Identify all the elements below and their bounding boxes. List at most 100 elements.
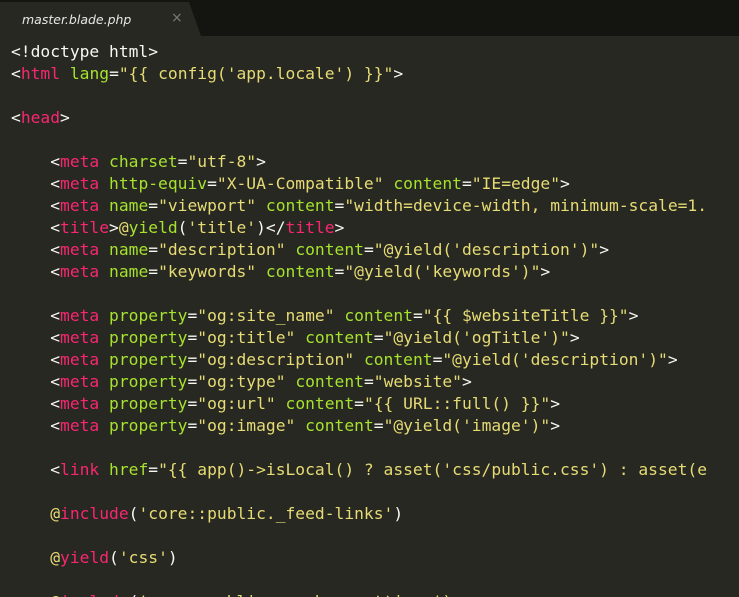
code-attr-token: content bbox=[265, 262, 335, 281]
code-line[interactable]: ​ bbox=[11, 283, 739, 305]
code-string-token: "viewport" bbox=[158, 196, 257, 215]
code-token: ) bbox=[393, 504, 404, 523]
code-token: < bbox=[11, 64, 21, 83]
code-token: < bbox=[11, 328, 61, 347]
code-attr-token: content bbox=[393, 174, 462, 193]
tab-title[interactable]: master.blade.php bbox=[22, 12, 131, 27]
code-string-token: "width=device-width, minimum-scale=1. bbox=[344, 196, 708, 215]
code-string-token: @ bbox=[50, 504, 61, 523]
code-attr-token: charset bbox=[109, 152, 178, 171]
code-line[interactable]: @include('core::public._feed-links') bbox=[11, 503, 739, 525]
code-attr-token: name bbox=[109, 196, 149, 215]
code-line[interactable]: ​ bbox=[11, 129, 739, 151]
code-token: > bbox=[599, 240, 610, 259]
code-line[interactable]: @include('core::public._navbar-settings'… bbox=[11, 591, 739, 597]
code-token: )</ bbox=[256, 218, 286, 237]
code-line[interactable]: <meta http-equiv="X-UA-Compatible" conte… bbox=[11, 173, 739, 195]
code-attr-token: property bbox=[109, 350, 188, 369]
code-string-token: "{{ app()->isLocal() ? asset('css/public… bbox=[158, 460, 707, 479]
code-editor[interactable]: <!doctype html> <html lang="{{ config('ap… bbox=[11, 41, 739, 597]
code-line[interactable]: <meta charset="utf-8"> bbox=[11, 151, 739, 173]
code-string-token: "og:type" bbox=[197, 372, 286, 391]
code-line[interactable]: ​ bbox=[11, 85, 739, 107]
code-attr-token: content bbox=[344, 306, 413, 325]
tab-bar: master.blade.php × bbox=[0, 0, 739, 36]
code-string-token: "og:image" bbox=[197, 416, 296, 435]
code-tag-token: meta bbox=[60, 306, 100, 325]
close-icon[interactable]: × bbox=[171, 10, 183, 26]
code-attr-token: href bbox=[109, 460, 149, 479]
code-token: < bbox=[11, 306, 61, 325]
code-tag-token: meta bbox=[60, 196, 100, 215]
code-line[interactable]: ​ bbox=[11, 569, 739, 591]
code-attr-token: content bbox=[363, 350, 433, 369]
code-attr-token: http-equiv bbox=[109, 174, 208, 193]
code-tag-token: title bbox=[60, 218, 110, 237]
code-line[interactable]: <meta property="og:title" content="@yiel… bbox=[11, 327, 739, 349]
code-attr-token: name bbox=[109, 240, 149, 259]
code-attr-token: content bbox=[305, 328, 374, 347]
code-keyword-token: include bbox=[60, 592, 129, 597]
code-token: < bbox=[11, 262, 61, 281]
code-token: < bbox=[11, 152, 61, 171]
code-line[interactable]: ​ bbox=[11, 525, 739, 547]
code-line[interactable]: <meta property="og:type" content="websit… bbox=[11, 371, 739, 393]
code-line[interactable]: <title>@yield('title')</title> bbox=[11, 217, 739, 239]
code-line[interactable]: <!doctype html> bbox=[11, 41, 739, 63]
code-token: ( bbox=[109, 548, 119, 567]
code-token: < bbox=[11, 460, 61, 479]
code-line[interactable]: <link href="{{ app()->isLocal() ? asset(… bbox=[11, 459, 739, 481]
code-string-token: "keywords" bbox=[158, 262, 257, 281]
code-token: > bbox=[540, 262, 551, 281]
code-string-token: "X-UA-Compatible" bbox=[216, 174, 384, 193]
code-tag-token: meta bbox=[60, 152, 100, 171]
code-line[interactable]: <meta property="og:url" content="{{ URL:… bbox=[11, 393, 739, 415]
tab-master-blade[interactable]: master.blade.php × bbox=[0, 2, 201, 36]
code-attr-token: content bbox=[295, 240, 364, 259]
code-token: > bbox=[393, 64, 404, 83]
code-string-token: "{{ URL::full() }}" bbox=[363, 394, 551, 413]
code-token: = bbox=[148, 196, 159, 215]
code-line[interactable]: <meta property="og:site_name" content="{… bbox=[11, 305, 739, 327]
code-line[interactable]: <meta property="og:image" content="@yiel… bbox=[11, 415, 739, 437]
code-line[interactable]: @yield('css') bbox=[11, 547, 739, 569]
code-string-token: "@yield('ogTitle')" bbox=[383, 328, 570, 347]
code-line[interactable]: <meta name="description" content="@yield… bbox=[11, 239, 739, 261]
code-token: < bbox=[11, 240, 61, 259]
code-token: = bbox=[373, 416, 384, 435]
code-token: = bbox=[334, 196, 345, 215]
code-token: < bbox=[11, 196, 61, 215]
code-line[interactable]: ​ bbox=[11, 437, 739, 459]
code-line[interactable]: <meta name="viewport" content="width=dev… bbox=[11, 195, 739, 217]
code-token: < bbox=[11, 350, 61, 369]
code-tag-token: meta bbox=[60, 262, 100, 281]
code-string-token: "@yield('image')" bbox=[383, 416, 551, 435]
code-line[interactable]: <meta name="keywords" content="@yield('k… bbox=[11, 261, 739, 283]
code-line[interactable]: <html lang="{{ config('app.locale') }}"> bbox=[11, 63, 739, 85]
code-string-token: @ bbox=[118, 218, 129, 237]
code-token: > bbox=[462, 372, 472, 391]
code-line[interactable]: <head> bbox=[11, 107, 739, 129]
code-attr-token: name bbox=[109, 262, 149, 281]
code-line[interactable]: ​ bbox=[11, 481, 739, 503]
code-token: = bbox=[334, 262, 345, 281]
code-attr-token: property bbox=[109, 416, 188, 435]
code-line[interactable]: <meta property="og:description" content=… bbox=[11, 349, 739, 371]
code-string-token: "og:site_name" bbox=[197, 306, 335, 325]
code-token: ( bbox=[129, 592, 139, 597]
code-token: > bbox=[334, 218, 345, 237]
code-string-token: "og:title" bbox=[197, 328, 296, 347]
code-token: = bbox=[148, 262, 159, 281]
